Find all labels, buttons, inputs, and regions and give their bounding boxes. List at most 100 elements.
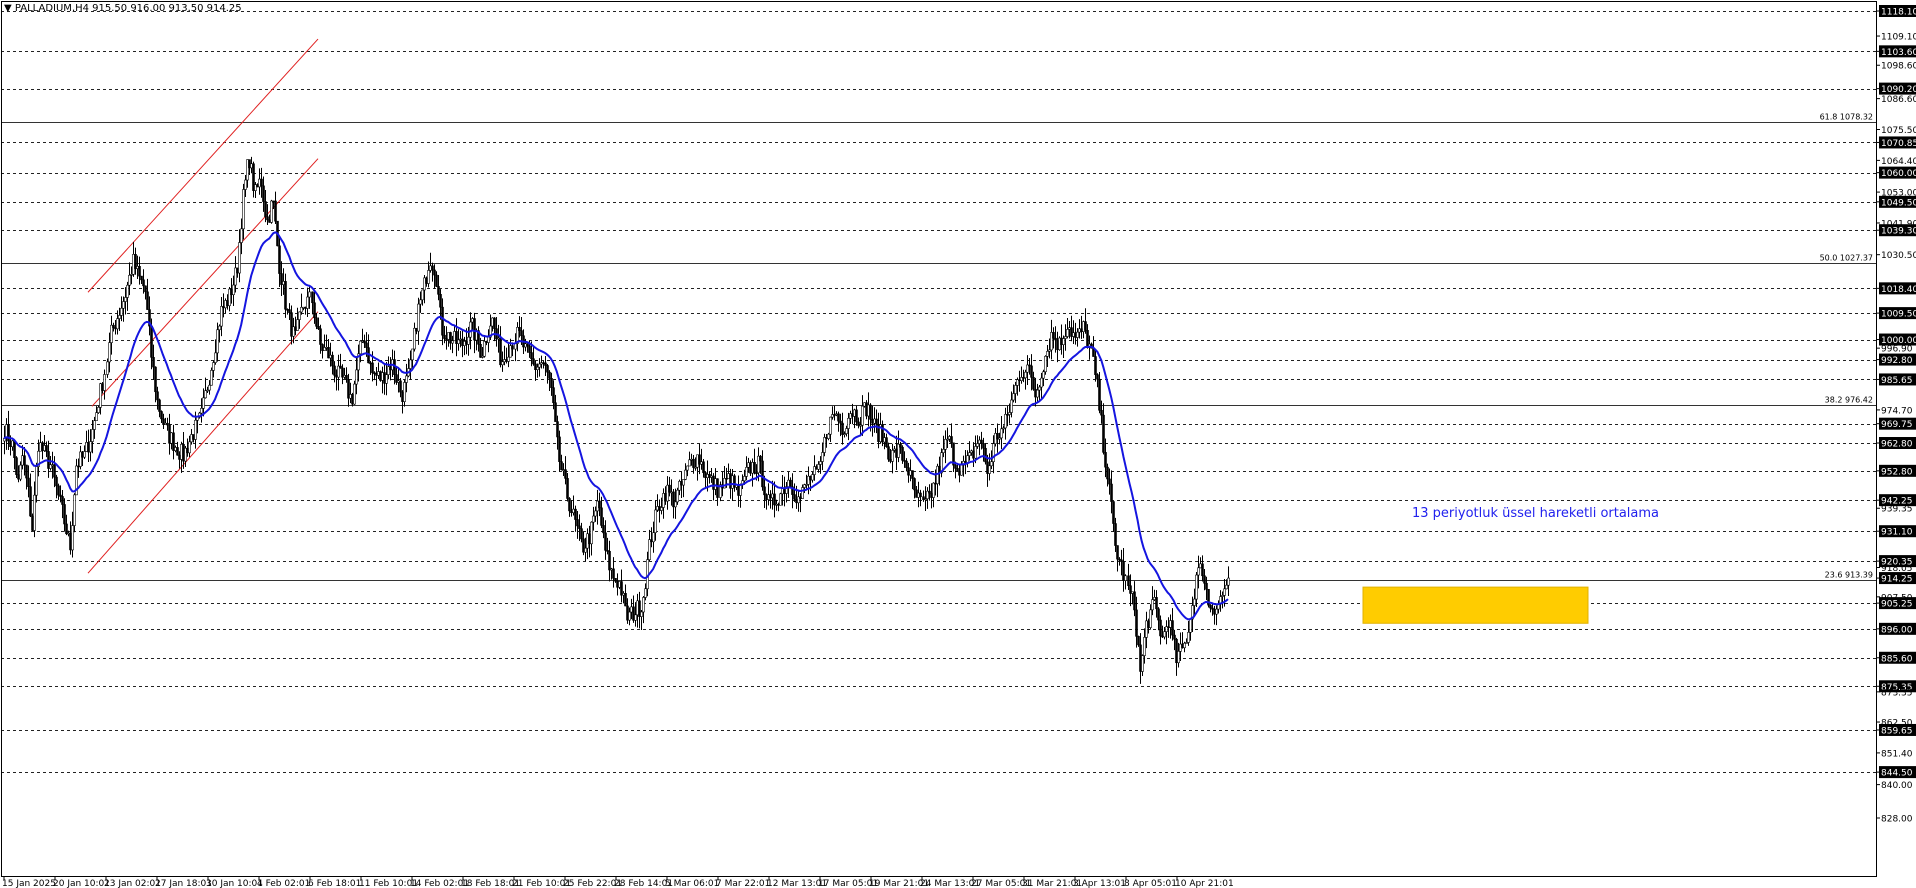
candle-body [1167, 626, 1170, 628]
time-axis-layer: 15 Jan 202520 Jan 10:0123 Jan 02:0127 Ja… [2, 876, 1234, 888]
candle-body [546, 365, 549, 373]
candle-body [598, 500, 601, 509]
time-label: 30 Jan 10:01 [206, 879, 263, 888]
candle-body [966, 455, 969, 464]
candle-body [106, 361, 109, 375]
candle-body [1004, 414, 1007, 429]
candle-body [901, 446, 904, 461]
price-label: 962.80 [1881, 440, 1913, 450]
candle-body [1118, 558, 1121, 561]
candle-body [29, 486, 32, 517]
candle-body [365, 342, 368, 348]
candle-body [190, 434, 193, 443]
price-label: 859.65 [1881, 726, 1913, 736]
candle-body [433, 269, 436, 276]
candle-body [845, 428, 848, 434]
candle-body [614, 578, 617, 582]
time-label: 23 Jan 02:01 [104, 879, 161, 888]
candle-body [288, 309, 291, 313]
candle-body [1024, 371, 1027, 379]
candle-body [1159, 619, 1162, 637]
candle-body [61, 496, 64, 505]
candle-body [57, 485, 60, 496]
candle-body [331, 354, 334, 367]
fib-label: 23.6 913.39 [1825, 571, 1873, 580]
candle-body [1189, 618, 1192, 633]
candle-body [158, 399, 161, 412]
candle-body [252, 163, 255, 191]
candle-body [1030, 365, 1033, 378]
candle-body [1056, 339, 1059, 351]
candle-body [1008, 412, 1011, 415]
candle-body [35, 466, 38, 496]
candle-body [166, 422, 169, 426]
candle-body [855, 409, 858, 423]
candle-body [932, 482, 935, 498]
candle-body [550, 378, 553, 388]
candle-body [980, 439, 983, 444]
price-chart[interactable]: 61.8 1078.32 50.0 1027.37 38.2 976.42 23.6 … [0, 0, 1916, 888]
candle-body [556, 421, 559, 438]
candle-body [779, 493, 782, 506]
candle-body [801, 487, 804, 499]
candle-body [984, 447, 987, 463]
candle-body [1028, 364, 1031, 367]
candle-body [1225, 584, 1228, 590]
candle-body [33, 494, 36, 531]
candle-body [652, 532, 655, 543]
time-label: 10 Apr 21:01 [1175, 879, 1234, 888]
candle-body [604, 532, 607, 551]
time-label: 4 Feb 02:01 [257, 879, 310, 888]
candle-body [988, 465, 991, 474]
candle-body [81, 451, 84, 458]
candle-body [1110, 483, 1113, 502]
candle-body [1026, 364, 1029, 373]
candle-body [773, 493, 776, 506]
candle-body [134, 254, 137, 269]
candle-body [592, 515, 595, 523]
candle-body [77, 465, 80, 468]
price-label: 1030.50 [1881, 251, 1916, 261]
price-label: 952.80 [1881, 467, 1913, 477]
price-label: 896.00 [1881, 625, 1913, 635]
candle-body [1183, 642, 1186, 649]
time-label: 15 Jan 2025 [2, 879, 56, 888]
candle-body [1010, 399, 1013, 413]
candle-body [1199, 563, 1202, 569]
candle-body [552, 387, 555, 404]
candle-body [451, 340, 454, 344]
candle-body [1038, 386, 1041, 391]
candle-body [827, 433, 830, 439]
candle-body [841, 422, 844, 435]
candle-body [411, 348, 414, 361]
candle-body [212, 362, 215, 371]
candle-body [1066, 329, 1069, 337]
candle-body [692, 458, 695, 468]
candle-body [839, 420, 842, 424]
candle-body [140, 275, 143, 281]
candle-body [1127, 575, 1130, 587]
candle-body [702, 461, 705, 473]
candle-body [419, 299, 422, 305]
candle-body [45, 445, 48, 452]
time-label: 7 Mar 22:01 [716, 879, 770, 888]
candle-body [1072, 332, 1075, 337]
candle-body [1064, 336, 1067, 339]
candle-body [1074, 332, 1077, 338]
candle-body [186, 447, 189, 454]
candle-body [753, 462, 756, 474]
candle-body [974, 446, 977, 459]
candle-body [628, 611, 631, 621]
candle-body [654, 509, 657, 533]
candle-body [1108, 478, 1111, 485]
candle-body [602, 525, 605, 534]
price-label: 914.25 [1881, 575, 1913, 585]
candle-body [564, 469, 567, 479]
candle-body [642, 597, 645, 613]
candle-body [142, 279, 145, 287]
candle-body [1169, 620, 1172, 628]
candle-body [164, 422, 167, 425]
candle-body [118, 315, 121, 319]
candle-body [660, 507, 663, 511]
candle-body [120, 307, 123, 316]
